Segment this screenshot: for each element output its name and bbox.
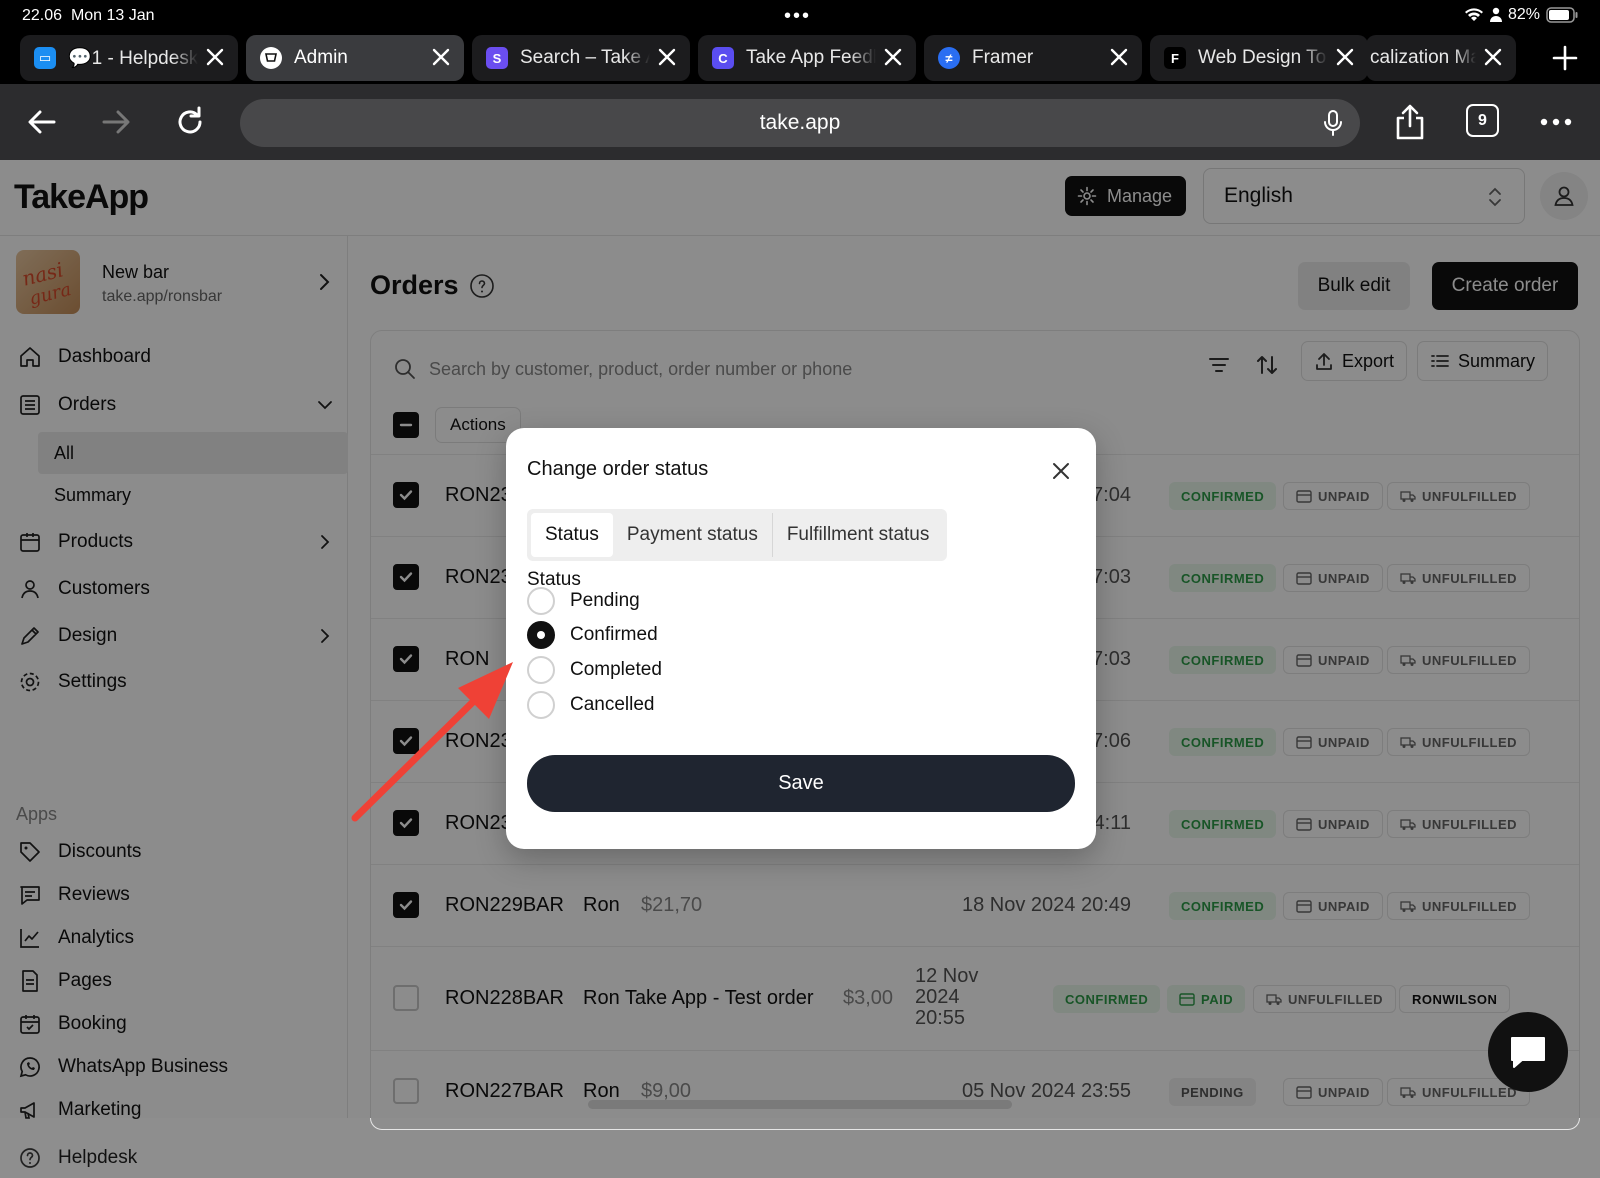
modal-title: Change order status <box>527 458 709 480</box>
radio-cancelled[interactable]: Cancelled <box>527 691 655 719</box>
tab-admin[interactable]: Admin <box>246 35 464 81</box>
multitask-dots[interactable]: ••• <box>784 6 811 26</box>
reload-icon[interactable] <box>172 104 208 140</box>
browser-toolbar: take.app 9 <box>0 84 1600 160</box>
chat-icon <box>1511 1037 1545 1068</box>
person-icon <box>1489 7 1502 22</box>
radio-confirmed[interactable]: Confirmed <box>527 621 658 649</box>
close-tab-icon[interactable] <box>1108 46 1132 70</box>
close-tab-icon[interactable] <box>1334 46 1358 70</box>
close-tab-icon[interactable] <box>204 46 228 70</box>
more-icon[interactable] <box>1538 104 1574 144</box>
share-icon[interactable] <box>1392 102 1428 142</box>
wifi-icon <box>1464 8 1483 21</box>
radio-button[interactable] <box>527 691 555 719</box>
tab-overview-icon[interactable]: 9 <box>1466 104 1502 144</box>
radio-pending[interactable]: Pending <box>527 587 640 615</box>
status-right: 82% <box>1464 6 1578 24</box>
chat-bubble-button[interactable] <box>1488 1012 1568 1092</box>
close-tab-icon[interactable] <box>430 46 454 70</box>
tab-localization[interactable]: calization Ma <box>1366 35 1516 81</box>
address-bar[interactable]: take.app <box>240 99 1360 147</box>
radio-button[interactable] <box>527 656 555 684</box>
tab-helpdesk[interactable]: ▭ 💬1 - Helpdesk <box>20 35 238 81</box>
url-text: take.app <box>759 111 841 134</box>
horizontal-scrollbar[interactable] <box>588 1100 1012 1109</box>
tab-fulfillment-status[interactable]: Fulfillment status <box>773 513 944 557</box>
browser-tab-bar: ▭ 💬1 - Helpdesk Admin S Search – Take A … <box>0 31 1600 84</box>
radio-completed[interactable]: Completed <box>527 656 662 684</box>
tab-feedback[interactable]: C Take App Feedb <box>698 35 916 81</box>
status-time: 22.06 Mon 13 Jan <box>22 7 155 24</box>
status-type-tabs: Status Payment status Fulfillment status <box>527 509 948 561</box>
sidebar-item-helpdesk[interactable]: Helpdesk <box>18 1138 340 1178</box>
close-icon[interactable] <box>1050 460 1072 482</box>
new-tab-icon[interactable] <box>1550 43 1580 73</box>
chat-icon: ▭ <box>34 47 56 69</box>
ios-status-bar: 22.06 Mon 13 Jan ••• 82% <box>0 0 1600 31</box>
tab-payment-status[interactable]: Payment status <box>613 513 772 557</box>
help-icon <box>20 1148 40 1168</box>
c-icon: C <box>712 47 734 69</box>
s-icon: S <box>486 47 508 69</box>
web-icon: F <box>1164 47 1186 69</box>
tab-framer[interactable]: ≠ Framer <box>924 35 1142 81</box>
save-button[interactable]: Save <box>527 755 1075 812</box>
radio-button-selected[interactable] <box>527 621 555 649</box>
takeapp-icon <box>260 47 282 69</box>
battery-icon <box>1546 7 1578 23</box>
tab-count: 9 <box>1466 104 1499 137</box>
radio-button[interactable] <box>527 587 555 615</box>
change-status-modal: Change order status Status Payment statu… <box>506 428 1096 849</box>
battery-percent: 82% <box>1507 6 1540 23</box>
back-icon[interactable] <box>24 104 60 140</box>
microphone-icon[interactable] <box>1322 109 1344 137</box>
framer-icon: ≠ <box>938 47 960 69</box>
tab-web-design[interactable]: F Web Design To <box>1150 35 1368 81</box>
forward-icon[interactable] <box>98 104 134 140</box>
close-tab-icon[interactable] <box>656 46 680 70</box>
tab-status[interactable]: Status <box>531 513 613 557</box>
tab-search[interactable]: S Search – Take A <box>472 35 690 81</box>
close-tab-icon[interactable] <box>1482 46 1506 70</box>
close-tab-icon[interactable] <box>882 46 906 70</box>
